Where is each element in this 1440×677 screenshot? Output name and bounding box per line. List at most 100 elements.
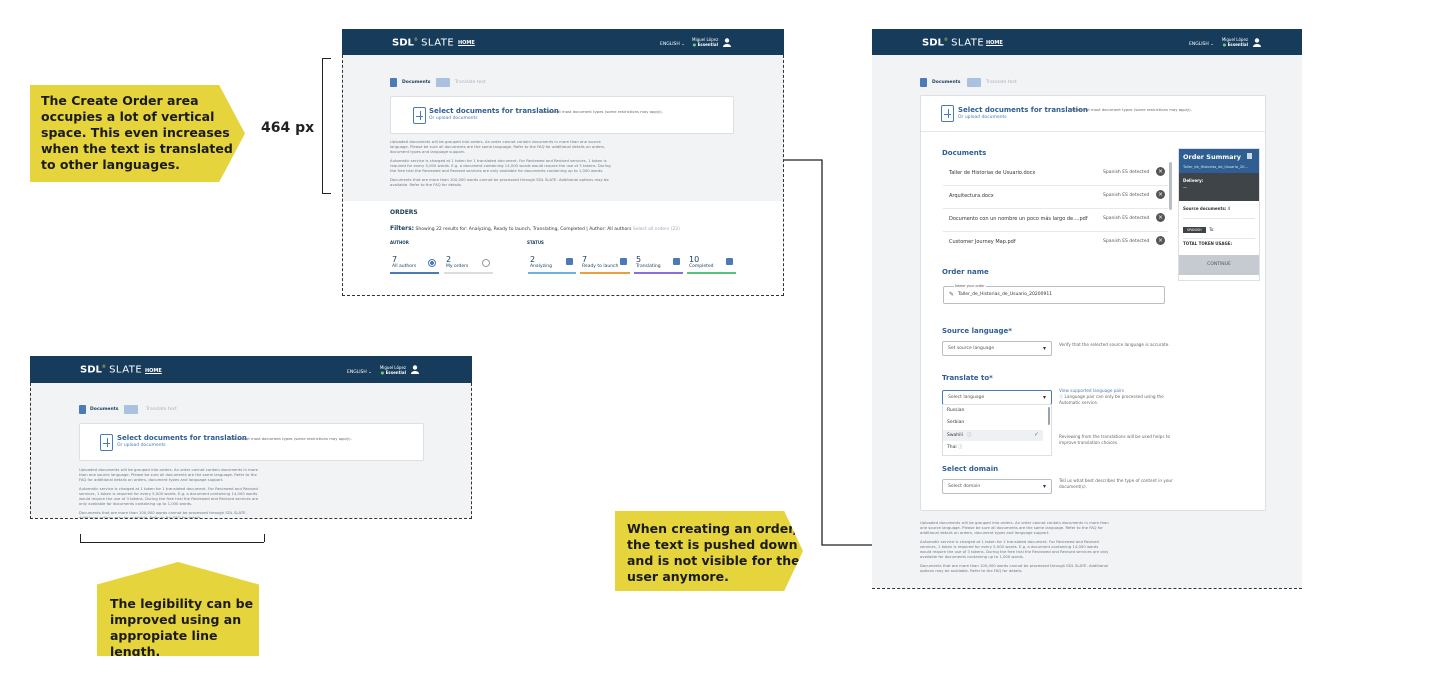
order-name-caption: Name your order bbox=[954, 284, 986, 288]
domain-select[interactable]: Select domain ▾ bbox=[942, 479, 1052, 494]
logo-product: SLATE bbox=[421, 37, 455, 49]
logo-brand: SDL bbox=[80, 364, 102, 376]
info-icon: ⓘ bbox=[1059, 394, 1064, 399]
summary-divider bbox=[1183, 238, 1255, 239]
user-plan: ● Essential bbox=[380, 370, 406, 375]
review-help: Reviewing from the translations will be … bbox=[1059, 434, 1171, 445]
top-bar: SDL® SLATE HOME ENGLISH ⌄ Miguel López ●… bbox=[342, 29, 784, 55]
select-domain-title: Select domain bbox=[942, 465, 999, 473]
user-menu[interactable]: Miguel López ● Essential bbox=[378, 365, 406, 375]
language-label: ENGLISH bbox=[1189, 42, 1209, 47]
language-option-selected[interactable]: Swahili ⓘ ✓ bbox=[943, 430, 1043, 441]
checkmark-icon: ✓ bbox=[1034, 431, 1040, 438]
summary-divider bbox=[1183, 218, 1255, 219]
document-language: Spanish ES detected bbox=[1103, 239, 1150, 244]
chevron-down-icon: ⌄ bbox=[681, 42, 685, 47]
language-option[interactable]: Thai ⓘ bbox=[947, 444, 963, 450]
add-document-icon[interactable] bbox=[941, 105, 954, 122]
language-selector[interactable]: ENGLISH ⌄ bbox=[660, 42, 685, 47]
screenshot-create-order: SDL® SLATE HOME ENGLISH ⌄ Miguel López ●… bbox=[872, 29, 1302, 588]
user-icon[interactable] bbox=[723, 38, 731, 47]
supported-language-pairs-link[interactable]: View supported language pairs bbox=[1059, 388, 1179, 394]
document-row: Customer Journey Map.pdf Spanish ES dete… bbox=[943, 231, 1168, 254]
remove-document-icon[interactable]: × bbox=[1156, 190, 1165, 199]
document-language: Spanish ES detected bbox=[1103, 216, 1150, 221]
delivery-label: Delivery: bbox=[1183, 178, 1204, 183]
documents-title: Documents bbox=[942, 149, 987, 157]
user-plan: ● Essential bbox=[1222, 42, 1248, 47]
order-summary-title: Order Summary bbox=[1183, 153, 1241, 161]
language-selector[interactable]: ENGLISH ⌄ bbox=[347, 370, 372, 375]
document-row: Arquitectura.docx Spanish ES detected × bbox=[943, 185, 1168, 209]
select-documents-title[interactable]: Select documents for translation bbox=[958, 106, 1088, 114]
order-summary-file: Taller_de_Historias_de_Usuario_20... bbox=[1183, 165, 1248, 169]
logo-product: SLATE bbox=[951, 37, 985, 49]
remove-document-icon[interactable]: × bbox=[1156, 167, 1165, 176]
document-name: Arquitectura.docx bbox=[949, 193, 994, 199]
chevron-down-icon: ▾ bbox=[1042, 345, 1046, 352]
document-list: Taller de Historias de Usuario.docx Span… bbox=[943, 162, 1168, 252]
info-icon: ⓘ bbox=[967, 433, 972, 438]
delivery-value: — bbox=[1183, 185, 1187, 190]
user-icon[interactable] bbox=[1253, 38, 1261, 47]
document-row: Documento con un nombre un poco más larg… bbox=[943, 208, 1168, 232]
user-icon[interactable] bbox=[411, 365, 419, 374]
nav-home[interactable]: HOME bbox=[986, 40, 1003, 46]
top-bar: SDL® SLATE HOME ENGLISH ⌄ Miguel López ●… bbox=[30, 356, 472, 383]
tab-documents[interactable]: Documents bbox=[932, 80, 960, 85]
trash-icon[interactable] bbox=[1247, 153, 1252, 159]
translate-to-select[interactable]: Select language ▾ bbox=[942, 390, 1052, 405]
document-language: Spanish ES detected bbox=[1103, 170, 1150, 175]
remove-document-icon[interactable]: × bbox=[1156, 236, 1165, 245]
document-name: Taller de Historias de Usuario.docx bbox=[949, 170, 1036, 176]
nav-home[interactable]: HOME bbox=[145, 368, 162, 374]
create-order-panel: Select documents for translation Or uplo… bbox=[920, 95, 1266, 511]
continue-button[interactable]: CONTINUE bbox=[1179, 255, 1259, 275]
documents-icon bbox=[920, 78, 927, 87]
app-logo[interactable]: SDL® SLATE bbox=[392, 37, 454, 48]
plan-dot-icon: ● bbox=[1222, 42, 1227, 47]
source-language-select[interactable]: Set source language ▾ bbox=[942, 341, 1052, 356]
language-list-scrollbar[interactable] bbox=[1048, 407, 1050, 425]
language-option[interactable]: Serbian bbox=[947, 420, 964, 425]
nav-home[interactable]: HOME bbox=[458, 40, 475, 46]
remove-document-icon[interactable]: × bbox=[1156, 213, 1165, 222]
user-menu[interactable]: Miguel López ● Essential bbox=[692, 37, 718, 47]
highlight-frame-bottom-left bbox=[30, 383, 472, 519]
app-logo[interactable]: SDL® SLATE bbox=[80, 364, 142, 375]
language-option[interactable]: Russian bbox=[947, 408, 964, 413]
logo-product: SLATE bbox=[109, 364, 143, 376]
order-summary-header: Order Summary Taller_de_Historias_de_Usu… bbox=[1179, 149, 1259, 173]
language-selector[interactable]: ENGLISH ⌄ bbox=[1189, 42, 1214, 47]
source-language-title: Source language* bbox=[942, 327, 1012, 335]
order-name-input[interactable]: Name your order ✎ Taller_de_Historias_de… bbox=[943, 284, 1165, 304]
info-paragraph: Uploaded documents will be grouped into … bbox=[920, 520, 1109, 535]
translate-icon bbox=[967, 78, 981, 87]
target-label: To: bbox=[1209, 227, 1215, 232]
order-name-title: Order name bbox=[942, 268, 989, 276]
source-language-tag: SPANISH bbox=[1183, 227, 1206, 233]
user-menu[interactable]: Miguel López ● Essential bbox=[1220, 37, 1248, 47]
upload-documents-link[interactable]: Or upload documents bbox=[958, 115, 1007, 120]
document-list-scrollbar[interactable] bbox=[1169, 162, 1172, 210]
document-row: Taller de Historias de Usuario.docx Span… bbox=[943, 162, 1168, 186]
chevron-down-icon: ▾ bbox=[1042, 394, 1046, 401]
accepted-types-note: We accept most document types (some rest… bbox=[1070, 107, 1192, 112]
logo-brand: SDL bbox=[392, 37, 414, 49]
app-logo[interactable]: SDL® SLATE bbox=[922, 37, 984, 48]
document-language: Spanish ES detected bbox=[1103, 193, 1150, 198]
top-bar: SDL® SLATE HOME ENGLISH ⌄ Miguel López ●… bbox=[872, 29, 1302, 55]
order-summary: Order Summary Taller_de_Historias_de_Usu… bbox=[1178, 148, 1260, 281]
user-plan: ● Essential bbox=[692, 42, 718, 47]
info-icon: ⓘ bbox=[958, 445, 963, 450]
language-label: ENGLISH bbox=[347, 370, 367, 375]
domain-help: Tell us what best describes the type of … bbox=[1059, 478, 1173, 489]
document-name: Customer Journey Map.pdf bbox=[949, 239, 1016, 245]
order-name-value: Taller_de_Historias_de_Usuario_20200911 bbox=[958, 292, 1053, 297]
language-pair-help: ⓘ Language pair can only be processed us… bbox=[1059, 394, 1164, 405]
chevron-down-icon: ⌄ bbox=[368, 370, 372, 375]
info-paragraph: Documents that are more than 100,000 wor… bbox=[920, 563, 1109, 573]
tab-translate-text[interactable]: Translate text bbox=[986, 80, 1017, 85]
panel-divider bbox=[921, 131, 1265, 132]
pencil-icon: ✎ bbox=[949, 291, 955, 298]
